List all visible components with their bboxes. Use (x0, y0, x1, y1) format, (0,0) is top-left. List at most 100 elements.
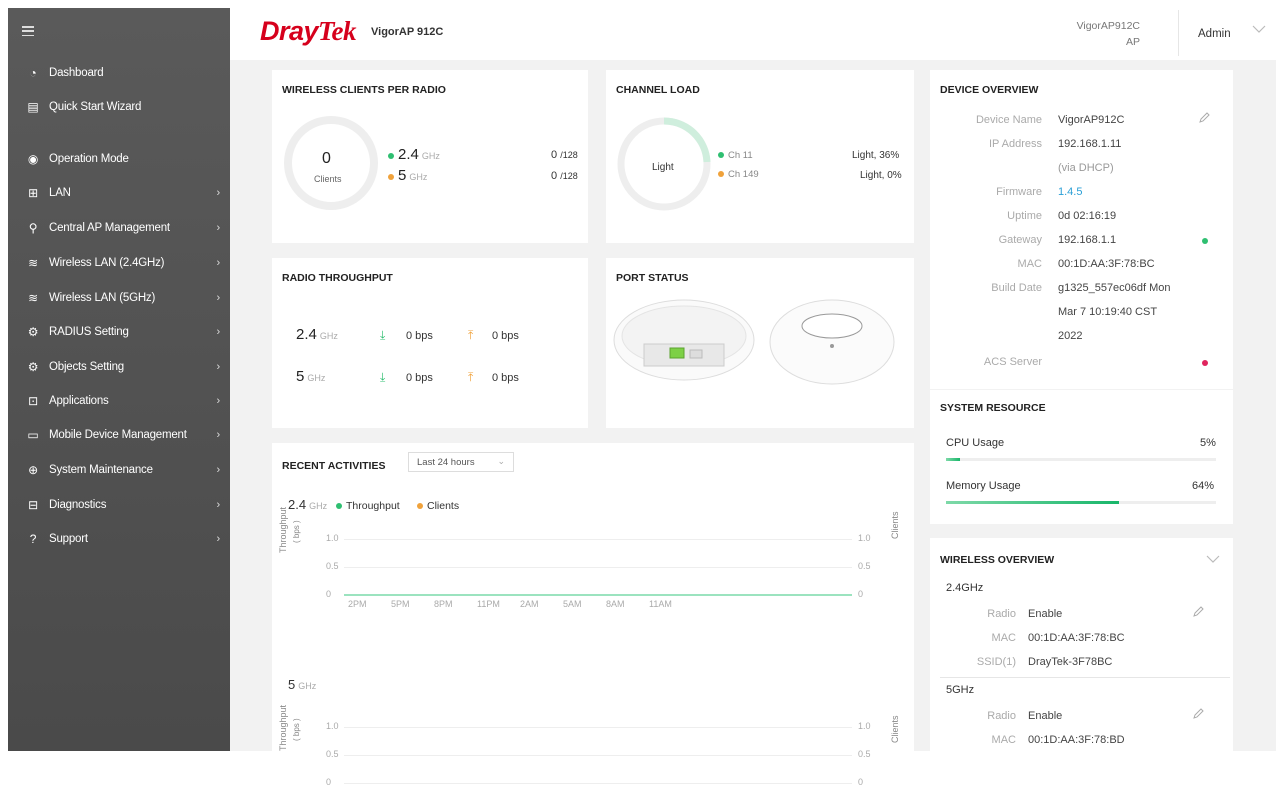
access-point-front-image (769, 299, 895, 385)
ip-address-key: IP Address (989, 138, 1042, 150)
band-24-count: 0 /128 (551, 149, 578, 161)
memory-usage-bar (946, 501, 1119, 504)
download-icon: ⤓ (380, 370, 386, 384)
operation-mode-icon: ◉ (27, 152, 39, 166)
card-title: RADIO THROUGHPUT (282, 272, 393, 284)
sidebar-item-support[interactable]: ? Support › (8, 524, 230, 554)
y-axis-right-label: Clients (890, 511, 900, 539)
y-tick-label-right: 0 (858, 777, 864, 787)
throughput-24-up: 0 bps (492, 330, 519, 342)
y-tick-label-right: 1.0 (858, 721, 871, 731)
sidebar-item-diagnostics[interactable]: ⊟ Diagnostics › (8, 490, 230, 520)
chart-band-5-label: 5 GHz (288, 677, 317, 692)
band-5-label: 5 GHz (388, 167, 427, 184)
sidebar-item-label: System Maintenance (49, 464, 153, 476)
chevron-right-icon: › (216, 187, 221, 199)
y-tick-label-right: 0 (858, 589, 864, 599)
edit-icon[interactable] (1192, 708, 1204, 723)
band-5-count: 0 /128 (551, 170, 578, 182)
draytek-logo: DrayTek (260, 16, 357, 46)
access-point-back-image (613, 299, 755, 381)
x-tick-label: 8AM (606, 599, 625, 609)
mac-5-key: MAC (991, 734, 1016, 746)
sidebar-item-label: Mobile Device Management (49, 429, 187, 441)
channel-load-center: Light (652, 162, 674, 173)
upload-icon: ⤒ (468, 370, 474, 384)
legend-clients: Clients (417, 500, 459, 512)
sidebar-item-label: Dashboard (49, 67, 104, 79)
sidebar-item-dashboard[interactable]: ◔ Dashboard (8, 58, 230, 88)
wifi-icon: ≋ (28, 256, 38, 270)
central-ap-icon: ⚲ (28, 221, 38, 235)
main-content: WIRELESS CLIENTS PER RADIO 0 Clients 2.4… (230, 60, 1276, 787)
x-tick-label: 5PM (391, 599, 410, 609)
grid-line (344, 539, 852, 540)
model-name: VigorAP 912C (371, 26, 444, 38)
y-tick-label-right: 0.5 (858, 561, 871, 571)
y-axis-left-label-5: Throughput (278, 704, 288, 751)
divider (940, 677, 1230, 678)
sidebar-item-operation-mode[interactable]: ◉ Operation Mode (8, 144, 230, 174)
sidebar-item-wireless-lan-2-4ghz[interactable]: ≋ Wireless LAN (2.4GHz) › (8, 248, 230, 278)
sidebar-item-label: Central AP Management (49, 222, 170, 234)
sidebar-item-applications[interactable]: ⊡ Applications › (8, 386, 230, 416)
applications-icon: ⊡ (28, 394, 38, 408)
radio-throughput-card: RADIO THROUGHPUT 2.4 GHz ⤓ 0 bps ⤒ 0 bps… (272, 258, 588, 428)
firmware-link[interactable]: 1.4.5 (1058, 186, 1082, 198)
cpu-usage-label: CPU Usage (946, 437, 1005, 449)
band-24-label: 2.4 GHz (388, 146, 440, 163)
chevron-down-icon[interactable] (1252, 22, 1266, 36)
gateway-status-dot (1202, 238, 1208, 244)
sidebar-item-system-maintenance[interactable]: ⊕ System Maintenance › (8, 455, 230, 485)
sidebar-item-label: Diagnostics (49, 499, 107, 511)
sidebar-item-label: Applications (49, 395, 109, 407)
sidebar: ◔ Dashboard ▤ Quick Start Wizard ◉ Operation … (8, 8, 230, 751)
header-divider (1178, 10, 1179, 56)
chevron-right-icon: › (216, 499, 221, 511)
gateway-value: 192.168.1.1 (1058, 234, 1117, 246)
sidebar-item-wireless-lan-5ghz[interactable]: ≋ Wireless LAN (5GHz) › (8, 283, 230, 313)
x-tick-label: 2PM (348, 599, 367, 609)
wireless-clients-card: WIRELESS CLIENTS PER RADIO 0 Clients 2.4… (272, 70, 588, 243)
time-range-select[interactable]: Last 24 hours ⌄ (408, 452, 514, 472)
chevron-right-icon: › (216, 464, 221, 476)
y-tick-label: 0.5 (326, 561, 339, 571)
card-title: WIRELESS CLIENTS PER RADIO (282, 84, 446, 96)
memory-usage-value: 64% (1192, 480, 1215, 492)
card-title: DEVICE OVERVIEW (940, 84, 1039, 96)
menu-toggle-icon[interactable] (22, 26, 34, 36)
sidebar-item-central-ap-management[interactable]: ⚲ Central AP Management › (8, 213, 230, 243)
gateway-key: Gateway (998, 234, 1042, 246)
sidebar-item-objects-setting[interactable]: ⚙ Objects Setting › (8, 352, 230, 382)
upload-icon: ⤒ (468, 328, 474, 342)
green-dot-icon (336, 503, 342, 510)
y-axis-left-unit: ( bps ) (292, 520, 301, 543)
edit-icon[interactable] (1192, 606, 1204, 621)
x-tick-label: 11AM (649, 599, 672, 609)
sidebar-item-lan[interactable]: ⊞ LAN › (8, 178, 230, 208)
mac-24-value: 00:1D:AA:3F:78:BC (1028, 632, 1125, 644)
user-menu[interactable]: Admin (1198, 28, 1231, 40)
card-title: RECENT ACTIVITIES (282, 460, 386, 472)
edit-icon[interactable] (1198, 112, 1210, 127)
card-title: CHANNEL LOAD (616, 84, 700, 96)
sidebar-item-radius-setting[interactable]: ⚙ RADIUS Setting › (8, 317, 230, 347)
grid-line (344, 755, 852, 756)
device-info: VigorAP912C AP (1076, 20, 1140, 48)
ch-149-value: Light, 0% (860, 170, 902, 181)
chevron-down-icon[interactable] (1206, 552, 1220, 566)
y-axis-right-label-5: Clients (890, 715, 900, 743)
system-resource-card: SYSTEM RESOURCE CPU Usage 5% Memory Usag… (930, 390, 1233, 524)
chevron-right-icon: › (216, 429, 221, 441)
download-icon: ⤓ (380, 328, 386, 342)
ip-address-value: 192.168.1.11 (1058, 138, 1122, 150)
diagnostics-icon: ⊟ (28, 498, 38, 512)
sidebar-item-quick-start-wizard[interactable]: ▤ Quick Start Wizard (8, 92, 230, 122)
sidebar-top (8, 8, 230, 54)
sidebar-item-mobile-device-management[interactable]: ▭ Mobile Device Management › (8, 420, 230, 450)
top-header: DrayTek VigorAP 912C VigorAP912C AP Admi… (230, 8, 1276, 60)
throughput-24-down: 0 bps (406, 330, 433, 342)
support-icon: ? (29, 532, 37, 546)
orange-dot-icon (718, 171, 724, 178)
orange-dot-icon (388, 174, 394, 181)
